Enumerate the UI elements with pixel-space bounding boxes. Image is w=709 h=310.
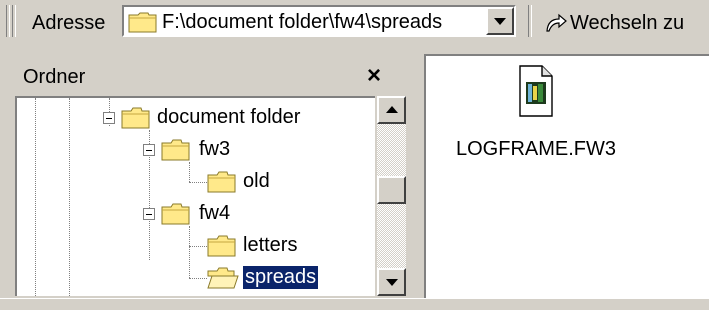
folder-pane-title: Ordner: [23, 66, 86, 88]
tree-guide-line: [189, 162, 191, 182]
tree-guide-line: [189, 278, 207, 280]
tree-guide-line: [189, 226, 191, 278]
address-bar: Adresse F:\document folder\fw4\spreads W…: [0, 0, 709, 44]
file-item[interactable]: LOGFRAME.FW3: [426, 56, 709, 176]
folder-tree: document folder fw3 old fw4 letters spre…: [15, 96, 375, 296]
file-list-pane: LOGFRAME.FW3: [424, 54, 709, 298]
folder-pane: Ordner × document folder fw3 old fw4 let…: [15, 56, 406, 296]
chevron-down-icon: [494, 18, 506, 25]
collapse-toggle[interactable]: [143, 144, 155, 156]
folder-icon: [207, 171, 236, 193]
folder-icon: [161, 139, 190, 161]
toolbar-grip[interactable]: [6, 5, 10, 37]
toolbar-grip[interactable]: [12, 5, 16, 37]
document-icon: [519, 65, 553, 117]
tree-node-label[interactable]: document folder: [155, 106, 302, 129]
collapse-toggle[interactable]: [143, 208, 155, 220]
collapse-toggle[interactable]: [103, 112, 115, 124]
go-arrow-icon: [546, 13, 567, 32]
arrow-up-icon: [386, 106, 398, 113]
status-bar: [0, 298, 709, 310]
tree-node-label[interactable]: letters: [241, 234, 299, 257]
folder-icon: [121, 107, 150, 129]
tree-guide-line: [35, 98, 37, 296]
tree-guide-line: [189, 246, 207, 248]
folder-icon: [207, 235, 236, 257]
folder-icon: [161, 203, 190, 225]
scrollbar-thumb[interactable]: [377, 176, 406, 204]
folder-icon: [128, 12, 157, 33]
address-dropdown-button[interactable]: [486, 7, 514, 35]
address-label: Adresse: [32, 12, 106, 34]
scroll-up-button[interactable]: [377, 96, 406, 124]
toolbar-grip[interactable]: [528, 5, 532, 37]
tree-node-label[interactable]: fw3: [197, 138, 232, 161]
address-input[interactable]: F:\document folder\fw4\spreads: [122, 5, 516, 37]
tree-node-label[interactable]: fw4: [197, 202, 232, 225]
address-path: F:\document folder\fw4\spreads: [162, 11, 443, 33]
go-button[interactable]: Wechseln zu: [540, 5, 705, 37]
file-name: LOGFRAME.FW3: [456, 138, 617, 160]
tree-node-label-selected[interactable]: spreads: [241, 265, 320, 290]
folder-pane-header: Ordner ×: [15, 56, 406, 96]
tree-guide-line: [69, 98, 71, 296]
scroll-down-button[interactable]: [377, 268, 406, 296]
close-icon[interactable]: ×: [367, 62, 381, 90]
open-folder-icon: [207, 267, 239, 289]
tree-guide-line: [189, 182, 207, 184]
tree-node-label[interactable]: old: [241, 170, 272, 193]
go-button-label: Wechseln zu: [570, 12, 685, 34]
arrow-down-icon: [386, 279, 398, 286]
vertical-scrollbar[interactable]: [377, 96, 406, 296]
